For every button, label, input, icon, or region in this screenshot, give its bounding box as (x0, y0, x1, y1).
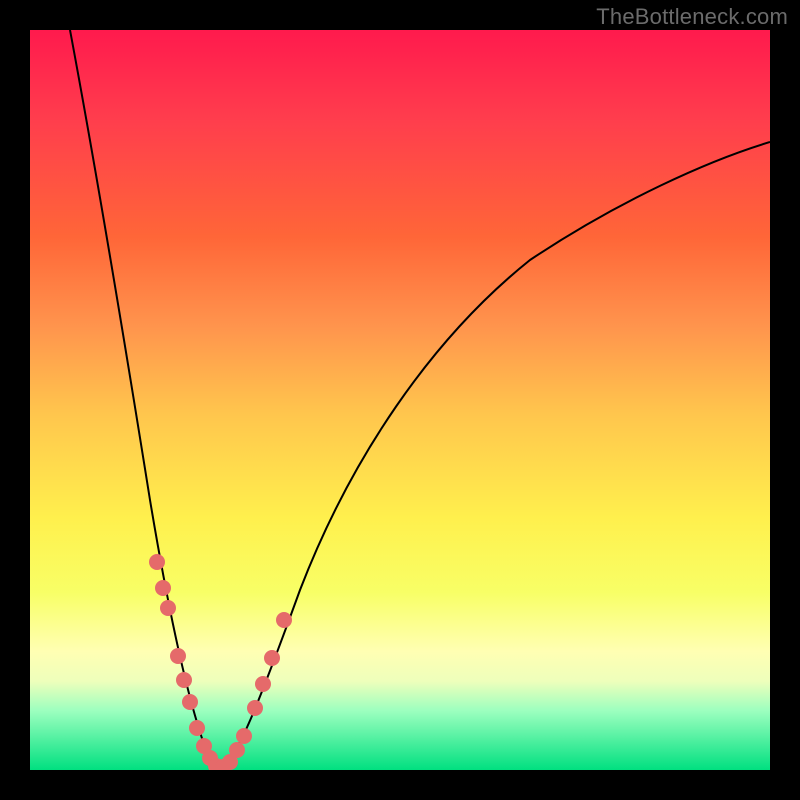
plot-area (30, 30, 770, 770)
curve-left-branch (70, 30, 220, 768)
scatter-points (149, 554, 292, 770)
curve-right-branch (220, 142, 770, 768)
chart-svg (30, 30, 770, 770)
watermark-text: TheBottleneck.com (596, 4, 788, 30)
chart-frame: TheBottleneck.com (0, 0, 800, 800)
